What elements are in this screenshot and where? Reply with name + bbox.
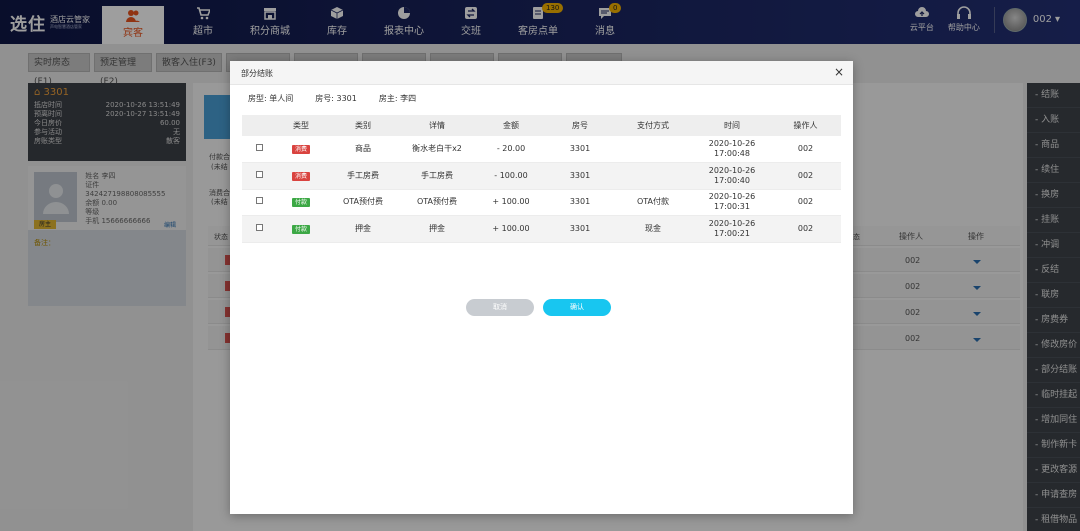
column-header: 详情	[400, 115, 474, 136]
column-header: 房号	[548, 115, 612, 136]
partial-checkout-dialog: 部分结账 × 房型: 单人间 房号: 3301 房主: 李四 类型 类别 详情 金额房…	[230, 61, 853, 514]
cell-detail: 手工房费	[400, 162, 474, 190]
dialog-title: 部分结账	[241, 69, 273, 78]
cell-amount: - 100.00	[474, 162, 548, 190]
type-tag: 付款	[291, 224, 310, 234]
cell-amount: + 100.00	[474, 189, 548, 216]
type-tag: 付款	[291, 198, 310, 208]
cell-room: 3301	[548, 215, 612, 243]
row-checkbox[interactable]	[255, 223, 263, 231]
cell-pay: OTA付款	[612, 189, 694, 216]
room-info: 房型: 单人间 房号: 3301 房主: 李四	[248, 93, 438, 104]
cell-pay	[612, 136, 694, 163]
cell-pay	[612, 162, 694, 190]
column-header: 类别	[326, 115, 400, 136]
column-header: 支付方式	[612, 115, 694, 136]
dialog-header: 部分结账 ×	[230, 61, 853, 85]
table-row: 消费 商品 衡水老白干x2- 20.00 3301 2020-10-26 17:00:48…	[242, 136, 841, 163]
table-row: 消费 手工房费 手工房费 - 100.00 3301 2020-10-26 17:00:40…	[242, 162, 841, 190]
table-row: 付款 OTA预付费 OTA预付费 + 100.00 3301 OTA付款 2020-10-2…	[242, 189, 841, 216]
column-header: 金额	[474, 115, 548, 136]
cell-room: 3301	[548, 162, 612, 190]
cell-category: 商品	[326, 136, 400, 163]
room-no: 房号: 3301	[315, 94, 357, 103]
bill-table: 类型 类别 详情 金额 房号 支付方式 时间 操作人 消费 商品 衡水老白干x2- 20.00 33…	[242, 115, 841, 243]
row-checkbox[interactable]	[255, 170, 263, 178]
close-icon[interactable]: ×	[834, 66, 844, 78]
row-checkbox[interactable]	[255, 144, 263, 151]
row-checkbox[interactable]	[255, 197, 263, 205]
cell-operator: 002	[770, 162, 841, 190]
cell-time: 2020-10-26 17:00:40	[694, 162, 770, 190]
column-header: 时间	[694, 115, 770, 136]
cell-time: 2020-10-26 17:00:31	[694, 189, 770, 216]
room-owner: 房主: 李四	[378, 94, 417, 103]
cell-room: 3301	[548, 189, 612, 216]
cell-pay: 现金	[612, 215, 694, 243]
cell-category: 押金	[326, 215, 400, 243]
table-row: 付款 押金 押金 + 100.00 3301 现金 2020-10-26 17:00:21 00…	[242, 215, 841, 243]
cell-operator: 002	[770, 189, 841, 216]
room-type: 房型: 单人间	[248, 94, 294, 103]
cell-time: 2020-10-26 17:00:21	[694, 215, 770, 243]
cell-amount: - 20.00	[474, 136, 548, 163]
cell-room: 3301	[548, 136, 612, 163]
column-header: 操作人	[770, 115, 841, 136]
column-header	[242, 115, 276, 136]
cell-category: OTA预付费	[326, 189, 400, 216]
confirm-button[interactable]: 确认	[543, 299, 611, 316]
cell-category: 手工房费	[326, 162, 400, 190]
column-header: 类型	[276, 115, 326, 136]
cell-time: 2020-10-26 17:00:48	[694, 136, 770, 163]
cell-operator: 002	[770, 136, 841, 163]
cell-amount: + 100.00	[474, 215, 548, 243]
cell-detail: OTA预付费	[400, 189, 474, 216]
type-tag: 消费	[291, 171, 310, 181]
type-tag: 消费	[291, 145, 310, 154]
cell-detail: 押金	[400, 215, 474, 243]
cancel-button[interactable]: 取消	[466, 299, 534, 316]
cell-detail: 衡水老白干x2	[400, 136, 474, 163]
cell-operator: 002	[770, 215, 841, 243]
